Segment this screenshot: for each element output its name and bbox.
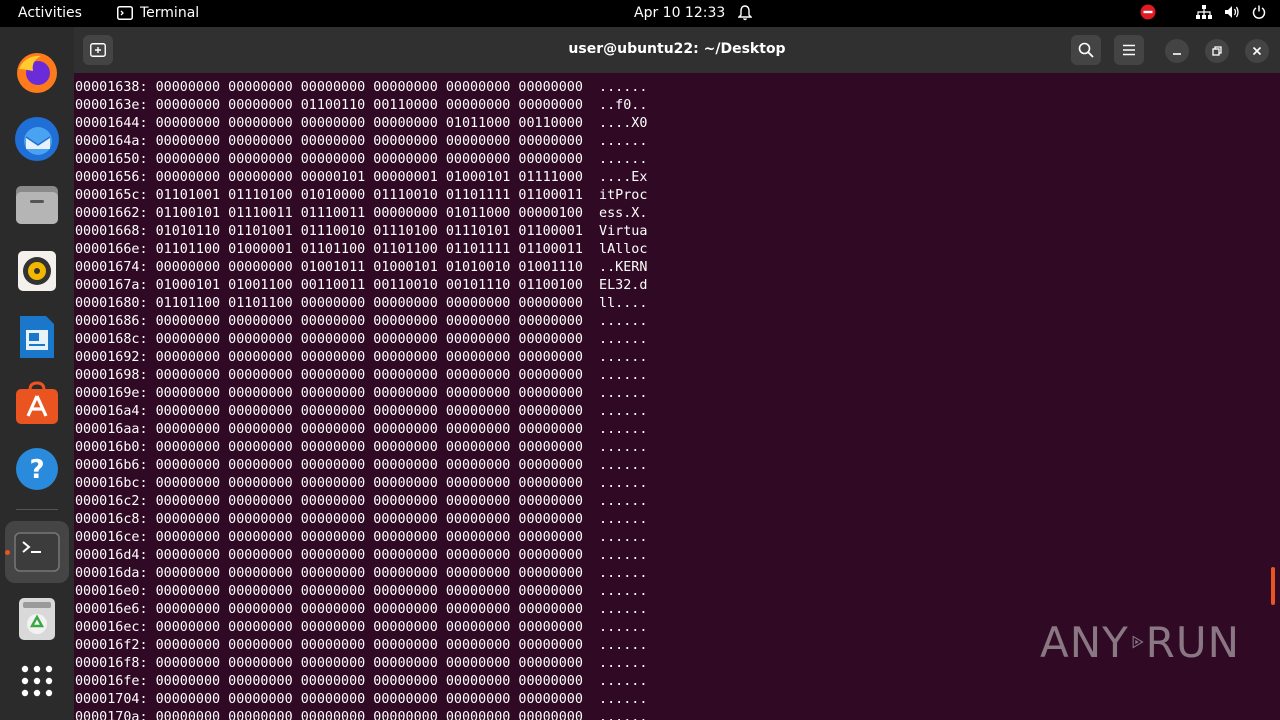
dock-help[interactable]: ? <box>11 443 63 495</box>
hamburger-icon <box>1123 44 1135 56</box>
terminal-line: 00001644: 00000000 00000000 00000000 000… <box>75 116 648 131</box>
terminal-line: 000016b0: 00000000 00000000 00000000 000… <box>75 440 648 455</box>
dock-separator <box>16 509 58 510</box>
dock-show-apps[interactable] <box>11 655 63 707</box>
terminal-line: 00001638: 00000000 00000000 00000000 000… <box>75 80 648 95</box>
network-icon <box>1196 5 1212 19</box>
maximize-button[interactable] <box>1205 39 1229 63</box>
terminal-line: 000016ec: 00000000 00000000 00000000 000… <box>75 620 648 635</box>
terminal-line: 000016e6: 00000000 00000000 00000000 000… <box>75 602 648 617</box>
activities-button[interactable]: Activities <box>18 5 82 21</box>
app-menu-label: Terminal <box>140 5 200 21</box>
terminal-line: 0000170a: 00000000 00000000 00000000 000… <box>75 710 648 720</box>
terminal-line: 00001680: 01101100 01101100 00000000 000… <box>75 296 648 311</box>
volume-icon <box>1225 6 1239 18</box>
anyrun-watermark: ANY RUN <box>1040 610 1240 674</box>
search-icon <box>1078 42 1094 58</box>
terminal-line: 000016c8: 00000000 00000000 00000000 000… <box>75 512 648 527</box>
dock-firefox[interactable] <box>11 47 63 99</box>
terminal-output[interactable]: 00001638: 00000000 00000000 00000000 000… <box>75 79 647 720</box>
terminal-line: 0000164a: 00000000 00000000 00000000 000… <box>75 134 648 149</box>
power-icon <box>1252 5 1266 19</box>
play-logo-icon <box>1132 635 1144 649</box>
terminal-line: 0000163e: 00000000 00000000 01100110 001… <box>75 98 648 113</box>
help-icon: ? <box>16 448 58 490</box>
clock[interactable]: Apr 10 12:33 <box>634 5 725 21</box>
thunderbird-icon <box>15 117 59 161</box>
menu-button[interactable] <box>1114 35 1144 65</box>
terminal-line: 000016aa: 00000000 00000000 00000000 000… <box>75 422 648 437</box>
do-not-disturb-icon <box>1140 4 1156 20</box>
terminal-line: 00001698: 00000000 00000000 00000000 000… <box>75 368 648 383</box>
dock: ? <box>0 27 74 720</box>
dock-trash[interactable] <box>11 593 63 645</box>
terminal-line: 000016c2: 00000000 00000000 00000000 000… <box>75 494 648 509</box>
dock-writer[interactable] <box>11 311 63 363</box>
terminal-line: 0000165c: 01101001 01110100 01010000 011… <box>75 188 648 203</box>
terminal-line: 000016ce: 00000000 00000000 00000000 000… <box>75 530 648 545</box>
terminal-line: 000016da: 00000000 00000000 00000000 000… <box>75 566 648 581</box>
dock-thunderbird[interactable] <box>11 113 63 165</box>
terminal-line: 00001650: 00000000 00000000 00000000 000… <box>75 152 648 167</box>
dock-files[interactable] <box>11 179 63 231</box>
terminal-small-icon <box>117 6 133 20</box>
terminal-line: 00001692: 00000000 00000000 00000000 000… <box>75 350 648 365</box>
watermark-text-right: RUN <box>1145 617 1240 667</box>
minimize-button[interactable] <box>1165 39 1189 63</box>
terminal-line: 00001674: 00000000 00000000 01001011 010… <box>75 260 648 275</box>
files-icon <box>16 186 58 224</box>
watermark-text-left: ANY <box>1040 617 1129 667</box>
trash-icon <box>19 598 55 640</box>
terminal-line: 000016fe: 00000000 00000000 00000000 000… <box>75 674 648 689</box>
dock-rhythmbox[interactable] <box>11 245 63 297</box>
system-tray[interactable] <box>1140 4 1266 20</box>
running-indicator <box>5 550 10 555</box>
terminal-line: 00001668: 01010110 01101001 01110010 011… <box>75 224 648 239</box>
minimize-icon <box>1173 53 1181 55</box>
app-grid-icon <box>21 665 53 697</box>
scrollbar-thumb[interactable] <box>1271 567 1275 605</box>
close-button[interactable] <box>1245 39 1269 63</box>
terminal-line: 00001686: 00000000 00000000 00000000 000… <box>75 314 648 329</box>
terminal-line: 00001662: 01100101 01110011 01110011 000… <box>75 206 648 221</box>
notification-bell-icon <box>737 5 753 25</box>
terminal-line: 0000168c: 00000000 00000000 00000000 000… <box>75 332 648 347</box>
terminal-line: 0000166e: 01101100 01000001 01101100 011… <box>75 242 648 257</box>
terminal-line: 0000169e: 00000000 00000000 00000000 000… <box>75 386 648 401</box>
app-menu[interactable]: Terminal <box>117 5 199 21</box>
terminal-line: 000016d4: 00000000 00000000 00000000 000… <box>75 548 648 563</box>
terminal-line: 000016bc: 00000000 00000000 00000000 000… <box>75 476 648 491</box>
terminal-line: 000016a4: 00000000 00000000 00000000 000… <box>75 404 648 419</box>
terminal-line: 00001656: 00000000 00000000 00000101 000… <box>75 170 648 185</box>
dock-app-center[interactable] <box>11 377 63 429</box>
header-bar: user@ubuntu22: ~/Desktop <box>74 27 1280 73</box>
firefox-icon <box>17 53 57 93</box>
terminal-line: 000016f2: 00000000 00000000 00000000 000… <box>75 638 648 653</box>
terminal-line: 000016e0: 00000000 00000000 00000000 000… <box>75 584 648 599</box>
restore-icon <box>1212 46 1222 56</box>
terminal-line: 000016f8: 00000000 00000000 00000000 000… <box>75 656 648 671</box>
terminal-line: 00001704: 00000000 00000000 00000000 000… <box>75 692 648 707</box>
terminal-line: 0000167a: 01000101 01001100 00110011 001… <box>75 278 648 293</box>
rhythmbox-icon <box>18 251 56 291</box>
app-center-icon <box>16 381 58 424</box>
terminal-icon <box>14 532 60 572</box>
svg-text:?: ? <box>29 455 44 485</box>
top-bar: Activities Terminal Apr 10 12:33 <box>0 0 1280 27</box>
close-icon <box>1252 46 1262 56</box>
writer-icon <box>20 316 54 358</box>
search-button[interactable] <box>1071 35 1101 65</box>
terminal-line: 000016b6: 00000000 00000000 00000000 000… <box>75 458 648 473</box>
dock-terminal[interactable] <box>5 521 69 583</box>
